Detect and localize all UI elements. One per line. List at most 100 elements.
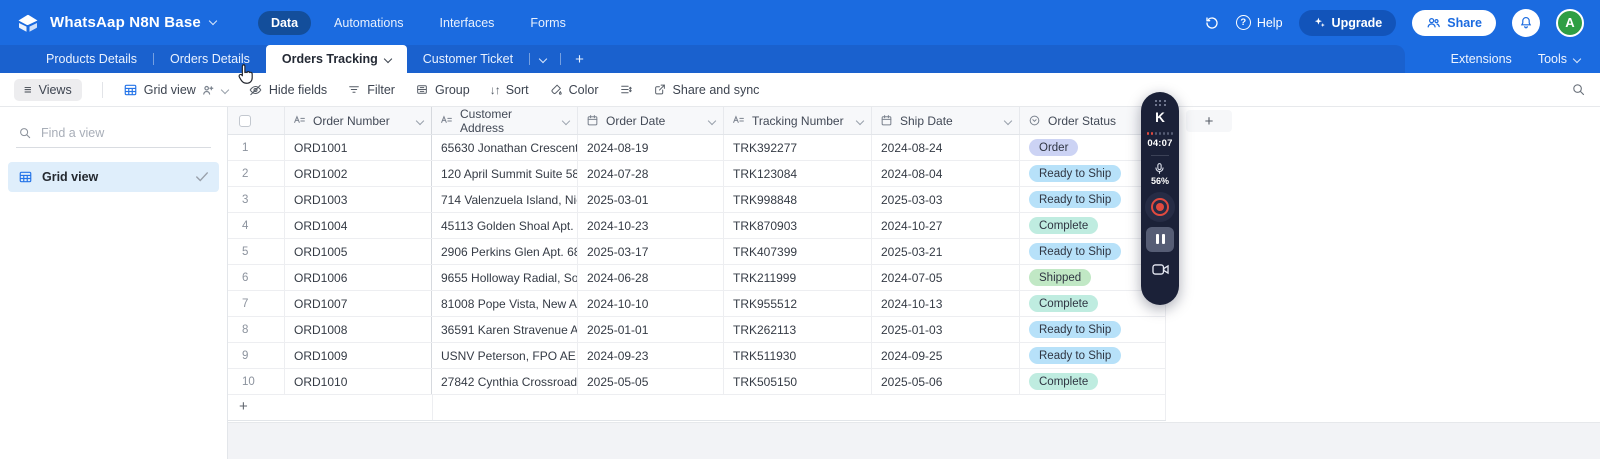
upgrade-button[interactable]: Upgrade xyxy=(1299,10,1397,36)
cell-order-date[interactable]: 2024-10-23 xyxy=(578,213,724,238)
add-table-button[interactable]: + xyxy=(575,51,584,68)
row-number[interactable]: 4 xyxy=(228,213,285,238)
cell-customer-address[interactable]: 714 Valenzuela Island, Nico… xyxy=(432,187,578,212)
cell-order-number[interactable]: ORD1007 xyxy=(285,291,432,316)
group-button[interactable]: Group xyxy=(415,83,470,97)
cell-order-number[interactable]: ORD1010 xyxy=(285,369,432,394)
cell-order-date[interactable]: 2025-03-17 xyxy=(578,239,724,264)
cell-customer-address[interactable]: 45113 Golden Shoal Apt. 0… xyxy=(432,213,578,238)
cell-order-date[interactable]: 2024-06-28 xyxy=(578,265,724,290)
cell-customer-address[interactable]: 9655 Holloway Radial, Sout… xyxy=(432,265,578,290)
cell-ship-date[interactable]: 2025-03-21 xyxy=(872,239,1020,264)
add-row[interactable]: + xyxy=(228,395,1166,421)
cell-order-date[interactable]: 2024-09-23 xyxy=(578,343,724,368)
mic-button[interactable]: 56% xyxy=(1151,162,1169,186)
cell-order-date[interactable]: 2025-01-01 xyxy=(578,317,724,342)
column-chevron-icon[interactable] xyxy=(708,116,716,124)
nav-tab-data[interactable]: Data xyxy=(258,11,311,35)
cell-tracking-number[interactable]: TRK407399 xyxy=(724,239,872,264)
row-number[interactable]: 3 xyxy=(228,187,285,212)
history-icon[interactable] xyxy=(1204,15,1220,31)
share-and-sync-button[interactable]: Share and sync xyxy=(653,83,760,97)
camera-button[interactable] xyxy=(1152,263,1169,276)
cell-order-date[interactable]: 2025-03-01 xyxy=(578,187,724,212)
row-number[interactable]: 6 xyxy=(228,265,285,290)
tab-chevron-down-icon[interactable] xyxy=(384,55,392,63)
cell-customer-address[interactable]: 36591 Karen Stravenue Apt… xyxy=(432,317,578,342)
row-number[interactable]: 10 xyxy=(228,369,285,394)
add-field-button[interactable]: + xyxy=(1186,110,1232,132)
column-header-tracking-number[interactable]: Tracking Number xyxy=(724,107,872,134)
cell-order-number[interactable]: ORD1003 xyxy=(285,187,432,212)
extensions-button[interactable]: Extensions xyxy=(1451,52,1512,66)
cell-tracking-number[interactable]: TRK211999 xyxy=(724,265,872,290)
cell-order-number[interactable]: ORD1006 xyxy=(285,265,432,290)
cell-order-status[interactable]: Complete xyxy=(1020,369,1166,394)
cell-ship-date[interactable]: 2024-08-04 xyxy=(872,161,1020,186)
cell-tracking-number[interactable]: TRK505150 xyxy=(724,369,872,394)
nav-tab-interfaces[interactable]: Interfaces xyxy=(427,11,508,35)
add-row-plus-icon[interactable]: + xyxy=(239,398,248,415)
sort-button[interactable]: ↓↑ Sort xyxy=(490,83,529,97)
cell-order-number[interactable]: ORD1008 xyxy=(285,317,432,342)
select-all-checkbox[interactable] xyxy=(228,107,285,134)
tab-products-details[interactable]: Products Details xyxy=(30,45,153,73)
cell-customer-address[interactable]: 65630 Jonathan Crescent, … xyxy=(432,135,578,160)
cell-order-date[interactable]: 2024-10-10 xyxy=(578,291,724,316)
row-number[interactable]: 5 xyxy=(228,239,285,264)
column-chevron-icon[interactable] xyxy=(562,116,570,124)
tab-orders-details[interactable]: Orders Details xyxy=(154,45,266,73)
cell-tracking-number[interactable]: TRK998848 xyxy=(724,187,872,212)
cell-customer-address[interactable]: 2906 Perkins Glen Apt. 685,… xyxy=(432,239,578,264)
cell-customer-address[interactable]: 27842 Cynthia Crossroad S… xyxy=(432,369,578,394)
cell-ship-date[interactable]: 2024-10-27 xyxy=(872,213,1020,238)
hide-fields-button[interactable]: Hide fields xyxy=(248,83,327,97)
record-button[interactable] xyxy=(1145,192,1175,222)
cell-ship-date[interactable]: 2024-10-13 xyxy=(872,291,1020,316)
cell-tracking-number[interactable]: TRK123084 xyxy=(724,161,872,186)
row-number[interactable]: 2 xyxy=(228,161,285,186)
cell-tracking-number[interactable]: TRK511930 xyxy=(724,343,872,368)
cell-tracking-number[interactable]: TRK955512 xyxy=(724,291,872,316)
cell-tracking-number[interactable]: TRK262113 xyxy=(724,317,872,342)
app-logo-icon[interactable] xyxy=(16,11,40,35)
cell-tracking-number[interactable]: TRK392277 xyxy=(724,135,872,160)
cell-order-number[interactable]: ORD1001 xyxy=(285,135,432,160)
find-view-search[interactable] xyxy=(16,119,211,148)
cell-customer-address[interactable]: 120 April Summit Suite 587… xyxy=(432,161,578,186)
cell-order-date[interactable]: 2025-05-05 xyxy=(578,369,724,394)
grid-view-button[interactable]: Grid view xyxy=(123,83,228,97)
help-button[interactable]: ? Help xyxy=(1236,15,1283,30)
cell-order-date[interactable]: 2024-07-28 xyxy=(578,161,724,186)
color-button[interactable]: Color xyxy=(549,83,599,97)
cell-order-number[interactable]: ORD1002 xyxy=(285,161,432,186)
row-number[interactable]: 9 xyxy=(228,343,285,368)
column-header-ship-date[interactable]: Ship Date xyxy=(872,107,1020,134)
row-number[interactable]: 1 xyxy=(228,135,285,160)
column-chevron-icon[interactable] xyxy=(1004,116,1012,124)
drag-handle[interactable] xyxy=(1155,100,1166,106)
cell-customer-address[interactable]: USNV Peterson, FPO AE 69… xyxy=(432,343,578,368)
filter-button[interactable]: Filter xyxy=(347,83,395,97)
views-button[interactable]: ≡ Views xyxy=(14,79,82,101)
cell-order-number[interactable]: ORD1004 xyxy=(285,213,432,238)
cell-ship-date[interactable]: 2024-09-25 xyxy=(872,343,1020,368)
nav-tab-automations[interactable]: Automations xyxy=(321,11,416,35)
tools-button[interactable]: Tools xyxy=(1538,52,1580,66)
avatar[interactable]: A xyxy=(1556,9,1584,37)
cell-ship-date[interactable]: 2024-07-05 xyxy=(872,265,1020,290)
column-header-order-date[interactable]: Order Date xyxy=(578,107,724,134)
cell-tracking-number[interactable]: TRK870903 xyxy=(724,213,872,238)
find-view-input[interactable] xyxy=(41,126,181,140)
column-chevron-icon[interactable] xyxy=(416,116,424,124)
cell-order-status[interactable]: Ready to Ship xyxy=(1020,317,1166,342)
nav-tab-forms[interactable]: Forms xyxy=(517,11,578,35)
cell-ship-date[interactable]: 2025-05-06 xyxy=(872,369,1020,394)
cell-ship-date[interactable]: 2025-03-03 xyxy=(872,187,1020,212)
share-button[interactable]: Share xyxy=(1412,10,1496,36)
cell-order-number[interactable]: ORD1005 xyxy=(285,239,432,264)
tab-customer-ticket[interactable]: Customer Ticket xyxy=(407,45,529,73)
cell-order-status[interactable]: Ready to Ship xyxy=(1020,343,1166,368)
search-button[interactable] xyxy=(1571,82,1586,97)
sidebar-view-grid-view[interactable]: Grid view xyxy=(8,162,219,192)
